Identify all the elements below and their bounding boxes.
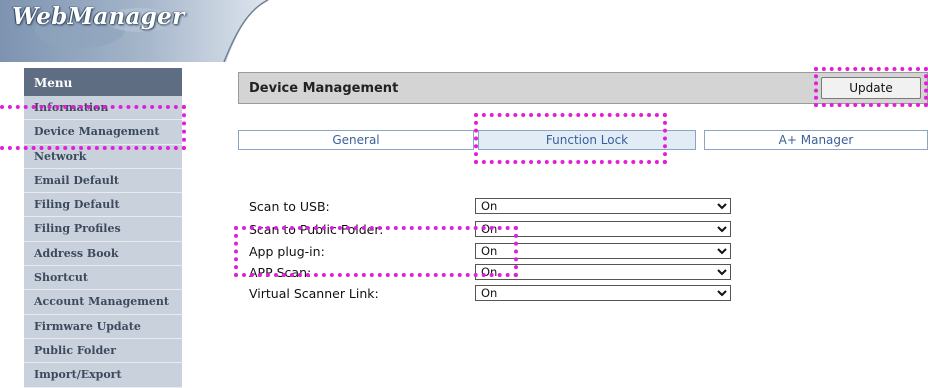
header-banner: WebManager [0, 0, 928, 62]
menu-item-network[interactable]: Network [24, 144, 182, 169]
row-virtual-scanner-link: Virtual Scanner Link: On [249, 285, 739, 301]
menu-item-filing-profiles[interactable]: Filing Profiles [24, 217, 182, 242]
menu-header: Menu [24, 68, 182, 96]
app-plug-in-value: On [481, 244, 498, 258]
update-button[interactable]: Update [821, 77, 921, 99]
app-plug-in-label: App plug-in: [249, 244, 325, 259]
chevron-down-icon [717, 248, 727, 255]
sidebar-menu: Menu Information Device Management Netwo… [24, 68, 182, 388]
menu-item-information[interactable]: Information [24, 96, 182, 121]
app-scan-label: APP Scan: [249, 265, 312, 280]
virtual-scanner-link-label: Virtual Scanner Link: [249, 286, 379, 301]
row-scan-to-usb: Scan to USB: On [249, 198, 739, 214]
tab-function-lock[interactable]: Function Lock [478, 130, 696, 150]
menu-item-account-management[interactable]: Account Management [24, 290, 182, 315]
virtual-scanner-link-value: On [481, 286, 498, 300]
menu-item-device-management[interactable]: Device Management [24, 120, 182, 145]
row-app-plug-in: App plug-in: On [249, 243, 739, 259]
tab-bar: General Function Lock A+ Manager [238, 130, 928, 150]
row-app-scan: APP Scan: On [249, 264, 739, 280]
menu-item-import-export[interactable]: Import/Export [24, 363, 182, 388]
scan-to-public-folder-label: Scan to Public Folder: [249, 222, 384, 237]
scan-to-usb-select[interactable]: On [475, 198, 731, 214]
app-scan-value: On [481, 265, 498, 279]
tab-general[interactable]: General [238, 130, 474, 150]
scan-to-usb-label: Scan to USB: [249, 199, 330, 214]
tab-a-plus-manager[interactable]: A+ Manager [704, 130, 928, 150]
menu-item-shortcut[interactable]: Shortcut [24, 266, 182, 291]
chevron-down-icon [717, 226, 727, 233]
app-scan-select[interactable]: On [475, 264, 731, 280]
chevron-down-icon [717, 203, 727, 210]
chevron-down-icon [717, 269, 727, 276]
menu-item-public-folder[interactable]: Public Folder [24, 338, 182, 364]
virtual-scanner-link-select[interactable]: On [475, 285, 731, 301]
scan-to-usb-value: On [481, 199, 498, 213]
scan-to-public-folder-value: On [481, 222, 498, 236]
chevron-down-icon [717, 290, 727, 297]
title-bar: Device Management Update [238, 72, 928, 104]
menu-item-email-default[interactable]: Email Default [24, 168, 182, 194]
menu-item-filing-default[interactable]: Filing Default [24, 193, 182, 218]
row-scan-to-public-folder: Scan to Public Folder: On [249, 221, 739, 237]
menu-item-firmware-update[interactable]: Firmware Update [24, 314, 182, 339]
page-title: Device Management [249, 81, 399, 96]
logo: WebManager [12, 3, 185, 30]
menu-item-address-book[interactable]: Address Book [24, 241, 182, 267]
scan-to-public-folder-select[interactable]: On [475, 221, 731, 237]
app-plug-in-select[interactable]: On [475, 243, 731, 259]
